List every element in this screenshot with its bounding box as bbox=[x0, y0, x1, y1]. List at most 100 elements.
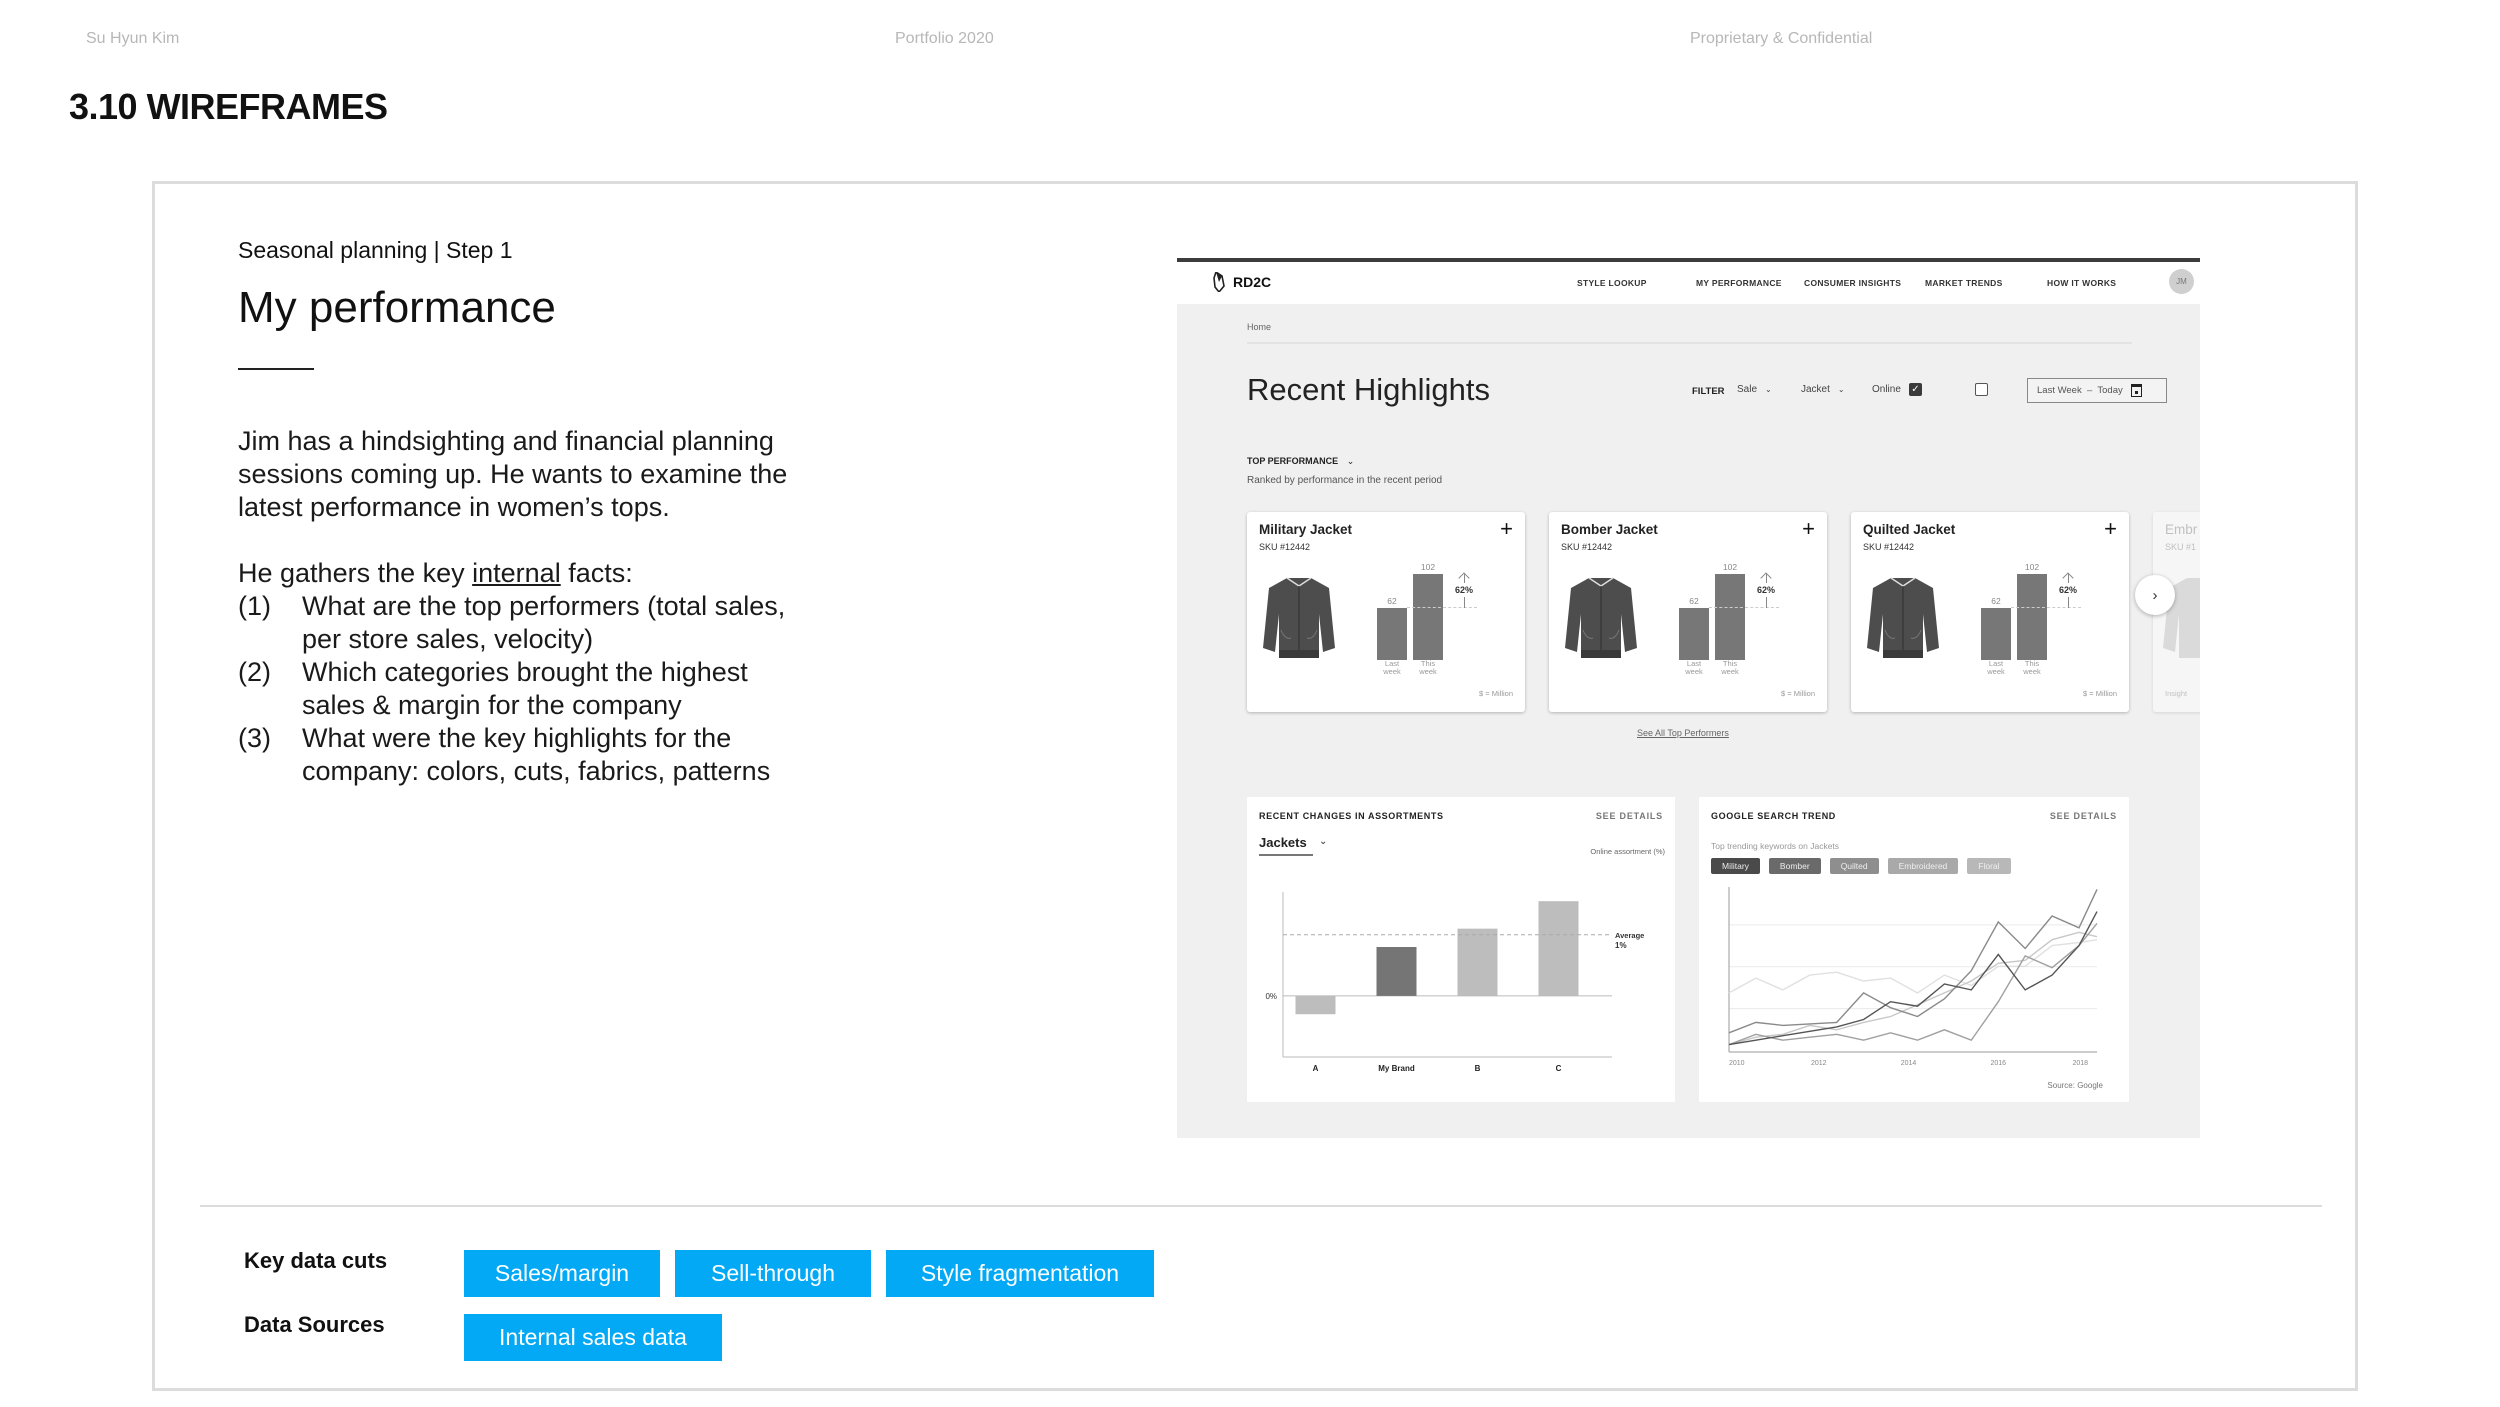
assortments-panel: RECENT CHANGES IN ASSORTMENTS SEE DETAIL… bbox=[1247, 797, 1675, 1102]
nav-style-lookup[interactable]: STYLE LOOKUP bbox=[1577, 278, 1647, 288]
bar-label-this-week: 102 bbox=[1722, 562, 1738, 572]
logo[interactable]: RD2C bbox=[1213, 272, 1271, 292]
x-tick-label: C bbox=[1556, 1064, 1562, 1073]
nav-consumer-insights[interactable]: CONSUMER INSIGHTS bbox=[1804, 278, 1901, 288]
compare-checkbox[interactable] bbox=[1975, 383, 1988, 396]
bar-label-this-week: 102 bbox=[2024, 562, 2040, 572]
facts-suffix: facts: bbox=[560, 558, 633, 588]
baseline-dash bbox=[1709, 606, 1779, 608]
chevron-down-icon: ⌄ bbox=[1837, 385, 1845, 394]
bar-label-last-week: 62 bbox=[1689, 595, 1699, 606]
change-percent: 62% bbox=[2059, 582, 2078, 597]
fact-item: (1) What are the top performers (total sa… bbox=[238, 590, 798, 656]
chevron-down-icon: ⌄ bbox=[1765, 385, 1772, 394]
week-comparison-chart: 62 102 62% Last week This week bbox=[1679, 560, 1799, 676]
nav-my-performance[interactable]: MY PERFORMANCE bbox=[1696, 278, 1782, 288]
card-name: Embr bbox=[2165, 522, 2198, 537]
logo-icon bbox=[1213, 272, 1225, 292]
tag-internal-sales-data: Internal sales data bbox=[464, 1314, 722, 1361]
nav-market-trends[interactable]: MARKET TRENDS bbox=[1925, 278, 2003, 288]
logo-text: RD2C bbox=[1233, 274, 1272, 290]
add-icon[interactable]: + bbox=[1802, 518, 1815, 540]
jacket-image bbox=[1263, 577, 1335, 658]
see-all-top-performers-link[interactable]: See All Top Performers bbox=[1637, 728, 1729, 738]
bar-b bbox=[1457, 928, 1498, 996]
unit-note: $ = Million bbox=[1479, 689, 1513, 698]
filter-online-label: Online bbox=[1872, 384, 1901, 395]
caption-last-week: Last week bbox=[1685, 659, 1703, 676]
section-title: 3.10 WIREFRAMES bbox=[69, 86, 388, 127]
dropdown-value: Sale bbox=[1737, 384, 1758, 395]
baseline-dash bbox=[1407, 606, 1477, 608]
fact-text: Which categories brought the highest sal… bbox=[302, 657, 748, 720]
data-sources-label: Data Sources bbox=[244, 1312, 385, 1337]
unit-note: $ = Million bbox=[2083, 689, 2117, 698]
confidential-label: Proprietary & Confidential bbox=[1690, 30, 1873, 47]
x-tick-label: 2010 bbox=[1729, 1060, 1745, 1067]
x-tick-label: B bbox=[1475, 1064, 1481, 1073]
bar-last-week bbox=[1679, 607, 1709, 660]
top-performance-dropdown[interactable]: TOP PERFORMANCE ⌄ bbox=[1247, 456, 1354, 467]
wireframe-screen: RD2C STYLE LOOKUP MY PERFORMANCE CONSUME… bbox=[1177, 258, 2200, 1138]
chevron-down-icon: ⌄ bbox=[1346, 456, 1355, 466]
unit-note: $ = Million bbox=[1781, 689, 1815, 698]
calendar-icon bbox=[2130, 384, 2142, 397]
next-arrow-button[interactable]: › bbox=[2135, 575, 2175, 615]
avatar[interactable]: JM bbox=[2169, 269, 2194, 294]
bar-this-week bbox=[1413, 574, 1443, 660]
section-divider bbox=[200, 1205, 2322, 1207]
x-tick-label: 2014 bbox=[1901, 1060, 1917, 1067]
week-comparison-chart: 62 102 62% Last week This week bbox=[1377, 560, 1497, 676]
average-label: Average bbox=[1615, 931, 1644, 940]
top-nav: RD2C STYLE LOOKUP MY PERFORMANCE CONSUME… bbox=[1177, 262, 2200, 304]
product-card[interactable]: Military Jacket SKU #12442 + 62 102 62% … bbox=[1247, 512, 1525, 712]
title-divider bbox=[238, 368, 314, 370]
bar-last-week bbox=[1981, 607, 2011, 660]
average-value: 1% bbox=[1615, 941, 1627, 950]
fact-text: What were the key highlights for the com… bbox=[302, 723, 771, 786]
top-performance-subtitle: Ranked by performance in the recent peri… bbox=[1247, 475, 1443, 486]
facts-intro: He gathers the key internal facts: bbox=[238, 557, 798, 590]
change-percent: 62% bbox=[1455, 582, 1474, 597]
breadcrumb[interactable]: Home bbox=[1247, 322, 1271, 332]
portfolio-label: Portfolio 2020 bbox=[895, 30, 994, 47]
series-line-quilted bbox=[1728, 922, 2098, 1046]
author-label: Su Hyun Kim bbox=[86, 30, 180, 47]
x-tick-label: A bbox=[1313, 1064, 1319, 1073]
fact-text: What are the top performers (total sales… bbox=[302, 591, 786, 654]
tag-sales-margin: Sales/margin bbox=[464, 1250, 660, 1297]
story-paragraph: Jim has a hindsighting and financial pla… bbox=[238, 426, 788, 522]
zero-label: 0% bbox=[1265, 992, 1277, 1001]
chevron-right-icon: › bbox=[2152, 586, 2158, 604]
add-icon[interactable]: + bbox=[2104, 518, 2117, 540]
bar-a bbox=[1295, 995, 1336, 1015]
card-sku: SKU #1 bbox=[2165, 542, 2197, 552]
filter-sale-dropdown[interactable]: Sale ⌄ bbox=[1737, 384, 1772, 395]
nav-how-it-works[interactable]: HOW IT WORKS bbox=[2047, 278, 2116, 288]
filter-label: FILTER bbox=[1692, 386, 1725, 397]
add-icon[interactable]: + bbox=[1500, 518, 1513, 540]
bar-this-week bbox=[1715, 574, 1745, 660]
bar-my-brand bbox=[1376, 947, 1417, 996]
card-name: Bomber Jacket bbox=[1561, 522, 1658, 537]
bar-c bbox=[1538, 901, 1579, 996]
x-tick-label: 2018 bbox=[2072, 1060, 2088, 1067]
jacket-image bbox=[1867, 577, 1939, 658]
product-card[interactable]: Quilted Jacket SKU #12442 + 62 102 62% L… bbox=[1851, 512, 2129, 712]
filter-jacket-dropdown[interactable]: Jacket ⌄ bbox=[1801, 384, 1845, 395]
product-card[interactable]: Bomber Jacket SKU #12442 + 62 102 62% La… bbox=[1549, 512, 1827, 712]
online-checkbox[interactable]: ✓ bbox=[1909, 383, 1922, 396]
page-heading: Recent Highlights bbox=[1247, 372, 1490, 407]
date-range-picker[interactable]: Last Week – Today bbox=[2027, 378, 2167, 403]
facts-underlined: internal bbox=[472, 558, 561, 588]
fact-number: (3) bbox=[238, 723, 271, 753]
series-line-bomber bbox=[1728, 889, 2098, 1034]
source-label: Source: Google bbox=[2047, 1081, 2103, 1090]
bar-label-this-week: 102 bbox=[1420, 562, 1436, 572]
baseline-dash bbox=[2011, 606, 2081, 608]
caption-this-week: This week bbox=[2023, 659, 2041, 676]
bar-this-week bbox=[2017, 574, 2047, 660]
fact-number: (1) bbox=[238, 591, 271, 621]
fact-item: (3) What were the key highlights for the … bbox=[238, 722, 798, 788]
story-title: My performance bbox=[238, 283, 556, 332]
